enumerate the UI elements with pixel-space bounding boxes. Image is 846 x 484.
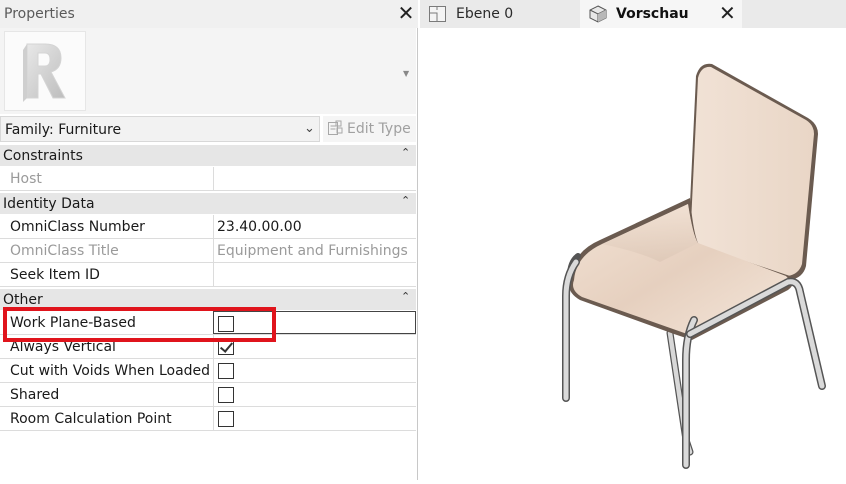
close-icon[interactable]: ✕ (397, 3, 415, 23)
group-identity-data[interactable]: Identity Data ⌃ (0, 192, 416, 214)
collapse-icon[interactable]: ⌃ (401, 194, 410, 207)
prop-row-room-calculation-point[interactable]: Room Calculation Point (0, 407, 416, 431)
prop-row-host[interactable]: Host (0, 167, 416, 191)
chevron-down-icon: ⌄ (304, 121, 315, 136)
room-calculation-point-checkbox[interactable] (218, 411, 234, 427)
prop-value: 23.40.00.00 (217, 219, 302, 235)
prop-value-cell[interactable] (213, 167, 416, 190)
edit-type-button[interactable]: Edit Type (323, 116, 416, 142)
properties-title-bar: Properties ✕ (0, 0, 418, 28)
collapse-icon[interactable]: ⌃ (401, 146, 410, 159)
edit-type-icon (328, 120, 343, 135)
group-label: Constraints (3, 148, 83, 164)
3d-view-icon (589, 5, 607, 23)
chevron-down-icon[interactable]: ▼ (403, 69, 409, 78)
group-constraints[interactable]: Constraints ⌃ (0, 144, 416, 166)
floor-plan-icon (429, 6, 446, 22)
edit-type-label: Edit Type (347, 121, 411, 137)
prop-value-cell[interactable] (213, 263, 416, 286)
chair-3d-model (562, 63, 826, 469)
prop-name: OmniClass Title (10, 243, 119, 259)
shared-checkbox[interactable] (218, 387, 234, 403)
prop-value: Equipment and Furnishings (217, 243, 408, 259)
prop-value-cell[interactable]: 23.40.00.00 (213, 215, 416, 238)
family-row: Family: Furniture ⌄ Edit Type (0, 114, 418, 144)
prop-row-shared[interactable]: Shared (0, 383, 416, 407)
revit-logo-icon (4, 31, 86, 111)
prop-value-cell[interactable] (213, 407, 416, 430)
prop-value-cell[interactable] (213, 383, 416, 406)
prop-value-cell[interactable] (213, 359, 416, 382)
view-tabs: Ebene 0 Vorschau ✕ (420, 0, 846, 28)
tab-ebene-0[interactable]: Ebene 0 (420, 0, 580, 28)
type-selector-preview[interactable]: ▼ (0, 28, 416, 114)
prop-name: Room Calculation Point (10, 411, 172, 427)
prop-row-cut-with-voids[interactable]: Cut with Voids When Loaded (0, 359, 416, 383)
tab-label: Vorschau (616, 6, 689, 22)
3d-preview-viewport[interactable] (420, 28, 846, 480)
tab-label: Ebene 0 (456, 6, 514, 22)
tab-vorschau[interactable]: Vorschau ✕ (580, 0, 742, 28)
group-label: Identity Data (3, 196, 95, 212)
prop-name: Seek Item ID (10, 267, 100, 283)
prop-name: Shared (10, 387, 60, 403)
highlight-annotation (3, 307, 276, 342)
prop-name: Host (10, 171, 42, 187)
family-dropdown-value: Family: Furniture (5, 122, 122, 138)
properties-title: Properties (4, 6, 75, 22)
cut-with-voids-checkbox[interactable] (218, 363, 234, 379)
prop-name: OmniClass Number (10, 219, 145, 235)
close-icon[interactable]: ✕ (719, 3, 736, 23)
properties-panel: Properties ✕ ▼ Family: Furniture ⌄ Edit … (0, 0, 418, 480)
prop-row-omniclass-number[interactable]: OmniClass Number 23.40.00.00 (0, 215, 416, 239)
prop-name: Cut with Voids When Loaded (10, 363, 211, 379)
group-label: Other (3, 292, 43, 308)
prop-row-omniclass-title[interactable]: OmniClass Title Equipment and Furnishing… (0, 239, 416, 263)
family-dropdown[interactable]: Family: Furniture ⌄ (0, 116, 320, 142)
prop-value-cell: Equipment and Furnishings (213, 239, 416, 262)
collapse-icon[interactable]: ⌃ (401, 290, 410, 303)
prop-row-seek-item-id[interactable]: Seek Item ID (0, 263, 416, 287)
